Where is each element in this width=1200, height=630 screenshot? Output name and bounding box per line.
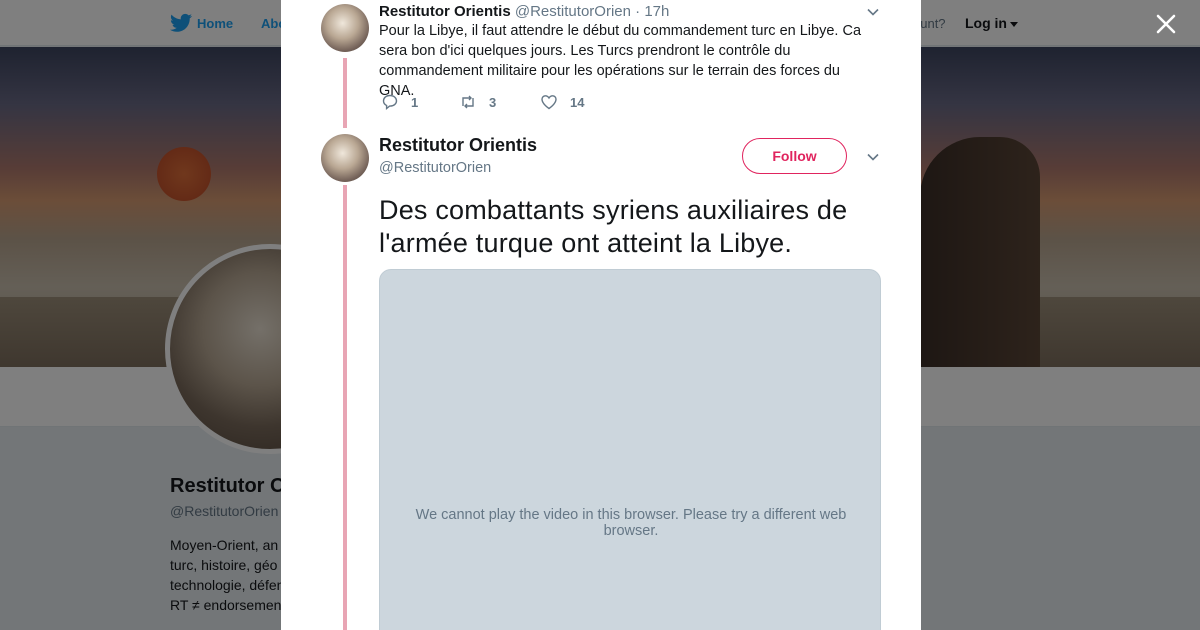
- parent-tweet-avatar[interactable]: [321, 4, 369, 52]
- parent-tweet-author-handle[interactable]: @RestitutorOrien: [515, 3, 631, 20]
- retweet-icon: [462, 95, 474, 109]
- retweet-count: 3: [489, 94, 497, 110]
- reply-button[interactable]: 1: [381, 92, 418, 112]
- parent-tweet-author-name[interactable]: Restitutor Orientis: [379, 3, 511, 20]
- main-tweet-text: Des combattants syriens auxiliaires de l…: [379, 195, 848, 258]
- video-player[interactable]: We cannot play the video in this browser…: [379, 269, 881, 630]
- main-tweet-author-handle[interactable]: @RestitutorOrien: [379, 160, 491, 176]
- heart-icon: [541, 95, 557, 110]
- reply-count: 1: [411, 94, 419, 110]
- reply-icon: [382, 94, 398, 110]
- chevron-down-icon[interactable]: [865, 149, 881, 165]
- main-tweet-avatar[interactable]: [321, 134, 369, 182]
- tweet-modal: Restitutor Orientis @RestitutorOrien · 1…: [281, 0, 921, 630]
- follow-button[interactable]: Follow: [742, 138, 847, 174]
- main-tweet-author-name[interactable]: Restitutor Orientis: [379, 135, 537, 156]
- like-count: 14: [570, 94, 585, 110]
- like-button[interactable]: 14: [540, 92, 584, 112]
- retweet-button[interactable]: 3: [459, 92, 496, 112]
- video-unsupported-message: We cannot play the video in this browser…: [415, 507, 847, 539]
- thread-connector: [343, 185, 347, 630]
- parent-tweet-text: Pour la Libye, il faut attendre le début…: [379, 23, 862, 99]
- parent-tweet-timestamp[interactable]: 17h: [644, 3, 669, 20]
- parent-tweet-separator: ·: [635, 3, 641, 20]
- parent-tweet-header: Restitutor Orientis @RestitutorOrien · 1…: [379, 3, 669, 20]
- thread-connector: [343, 58, 347, 128]
- close-icon[interactable]: [1152, 10, 1180, 38]
- chevron-down-icon[interactable]: [865, 4, 881, 20]
